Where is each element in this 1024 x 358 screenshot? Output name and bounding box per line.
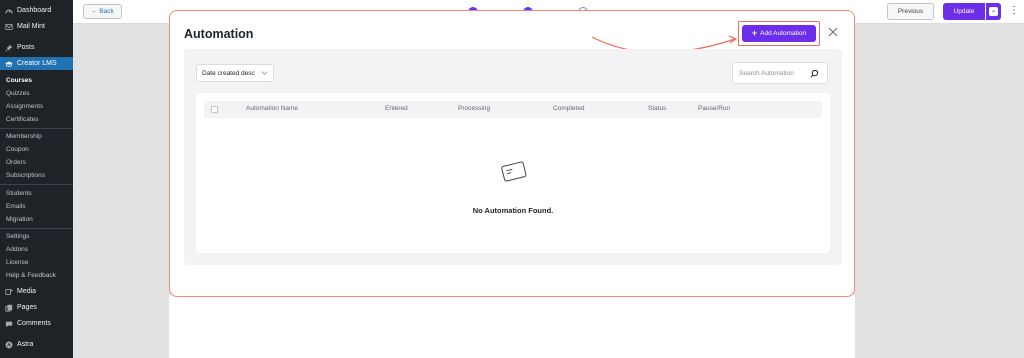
- sidebar-item-mail-mint[interactable]: Mail Mint: [0, 20, 73, 33]
- submenu-migration[interactable]: Migration: [0, 213, 73, 225]
- submenu-quizzes[interactable]: Quizzes: [0, 87, 73, 99]
- graduation-icon: [5, 60, 13, 68]
- page-content-panel: [169, 295, 855, 358]
- submenu-assignments[interactable]: Assignments: [0, 100, 73, 112]
- sidebar-item-media[interactable]: Media: [0, 285, 73, 298]
- more-options-icon[interactable]: ⋮: [1009, 5, 1019, 16]
- plus-icon: +: [751, 28, 758, 38]
- column-header[interactable]: Processing: [458, 105, 490, 112]
- submenu-orders[interactable]: Orders: [0, 156, 73, 168]
- sidebar-item-creator-lms[interactable]: Creator LMS: [0, 57, 73, 70]
- column-header[interactable]: Automation Name: [246, 105, 298, 112]
- sort-value: Date created desc: [202, 69, 255, 77]
- sidebar-item-dashboard[interactable]: Dashboard: [0, 4, 73, 17]
- table-header: Automation Name Entered Processing Compl…: [204, 101, 822, 118]
- pin-icon: [5, 44, 13, 52]
- automation-panel: Date created desc Search Automation Auto…: [184, 49, 842, 265]
- automation-modal: Automation + Add Automation Date created…: [169, 10, 855, 297]
- media-icon: [5, 288, 13, 296]
- sidebar-item-pages[interactable]: Pages: [0, 301, 73, 314]
- sidebar-item-label: Pages: [17, 304, 37, 311]
- submenu-divider: [0, 128, 73, 129]
- column-header[interactable]: Entered: [385, 105, 408, 112]
- chevron-down-icon: [261, 71, 268, 75]
- astra-icon: [5, 341, 13, 349]
- submenu-addons[interactable]: Addons: [0, 243, 73, 255]
- submenu-membership[interactable]: Membership: [0, 130, 73, 142]
- close-icon[interactable]: [827, 26, 839, 38]
- sidebar-item-astra[interactable]: Astra: [0, 338, 73, 351]
- search-placeholder: Search Automation: [739, 69, 794, 77]
- sidebar-item-label: Creator LMS: [17, 60, 57, 67]
- modal-title: Automation: [184, 27, 254, 41]
- automation-table: Automation Name Entered Processing Compl…: [196, 93, 830, 253]
- comments-icon: [5, 320, 13, 328]
- submenu-courses[interactable]: Courses: [0, 74, 73, 86]
- sidebar-item-label: Comments: [17, 320, 51, 327]
- admin-sidebar: Dashboard Mail Mint Posts Creator LMS Co…: [0, 0, 73, 358]
- chevron-down-icon: ⌄: [989, 7, 998, 16]
- add-automation-label: Add Automation: [760, 30, 807, 37]
- column-header[interactable]: Status: [648, 105, 666, 112]
- submenu-license[interactable]: License: [0, 256, 73, 268]
- column-header[interactable]: Completed: [553, 105, 584, 112]
- submenu-settings[interactable]: Settings: [0, 230, 73, 242]
- pages-icon: [5, 304, 13, 312]
- previous-button[interactable]: Previous: [887, 3, 934, 20]
- search-icon[interactable]: [810, 69, 819, 78]
- dashboard-icon: [5, 7, 13, 15]
- sort-select[interactable]: Date created desc: [196, 64, 274, 82]
- empty-state-message: No Automation Found.: [472, 206, 554, 215]
- update-options-button[interactable]: ⌄: [986, 3, 1001, 20]
- sidebar-item-posts[interactable]: Posts: [0, 41, 73, 54]
- submenu-divider: [0, 228, 73, 229]
- back-button[interactable]: ← Back: [83, 4, 122, 19]
- mail-icon: [5, 23, 13, 31]
- submenu-certificates[interactable]: Certificates: [0, 113, 73, 125]
- submenu-help-feedback[interactable]: Help & Feedback: [0, 269, 73, 281]
- empty-inbox-icon: [501, 161, 527, 182]
- sidebar-item-label: Posts: [17, 44, 35, 51]
- select-all-checkbox[interactable]: [211, 106, 218, 113]
- submenu-emails[interactable]: Emails: [0, 200, 73, 212]
- submenu-divider: [0, 184, 73, 185]
- sidebar-item-label: Astra: [17, 341, 34, 348]
- search-input[interactable]: Search Automation: [732, 62, 828, 84]
- sidebar-item-label: Mail Mint: [17, 23, 46, 30]
- submenu-students[interactable]: Students: [0, 187, 73, 199]
- column-header[interactable]: Pause/Run: [698, 105, 730, 112]
- sidebar-item-label: Media: [17, 288, 37, 295]
- sidebar-item-comments[interactable]: Comments: [0, 317, 73, 330]
- update-button[interactable]: Update: [943, 3, 985, 20]
- submenu-coupon[interactable]: Coupon: [0, 143, 73, 155]
- add-automation-button[interactable]: + Add Automation: [742, 25, 816, 42]
- submenu-subscriptions[interactable]: Subscriptions: [0, 169, 73, 181]
- sidebar-item-label: Dashboard: [17, 7, 52, 14]
